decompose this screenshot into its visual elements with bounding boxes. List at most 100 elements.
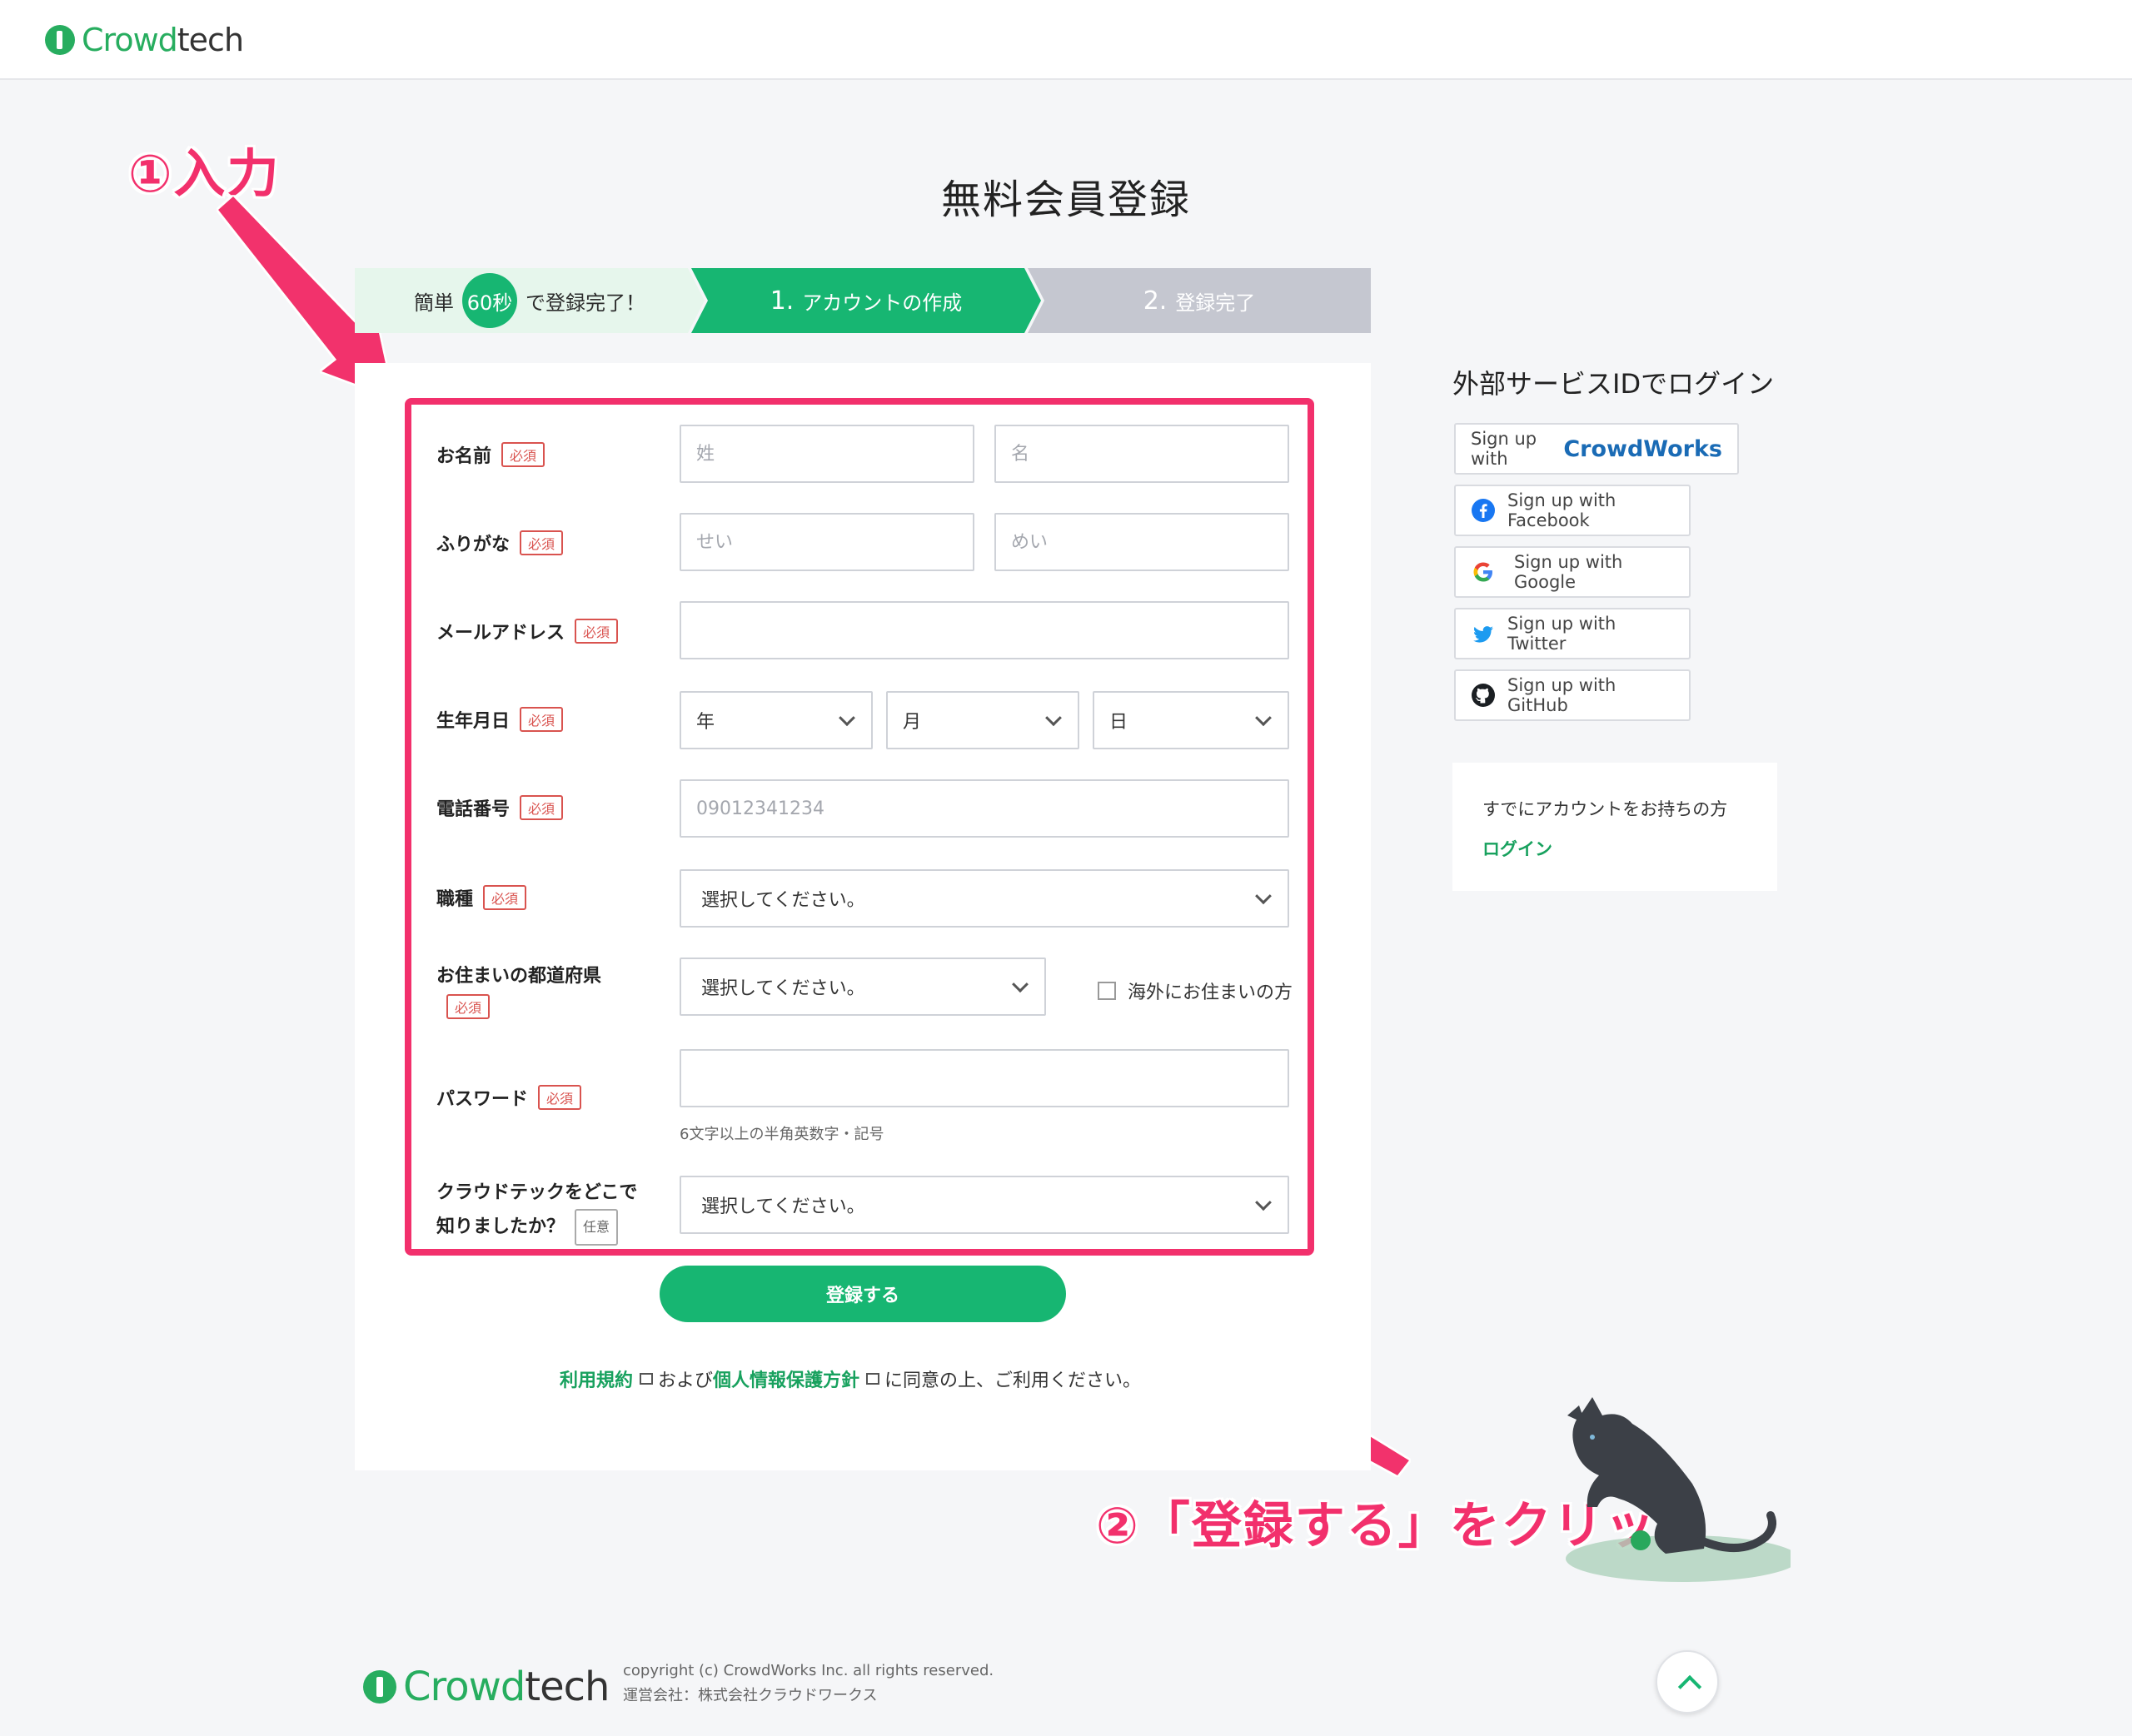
scroll-to-top-button[interactable] — [1656, 1650, 1719, 1714]
overseas-checkbox[interactable] — [1098, 982, 1116, 1000]
existing-account-text: すでにアカウントをお持ちの方 — [1482, 799, 1728, 819]
google-icon — [1471, 560, 1496, 584]
signup-crowdworks-prefix: Sign up with — [1471, 429, 1537, 469]
password-label: パスワード 必須 — [436, 1084, 582, 1111]
signup-github-button[interactable]: Sign up with GitHub — [1454, 669, 1691, 721]
signup-twitter-button[interactable]: Sign up with Twitter — [1454, 608, 1691, 659]
last-name-kana-field[interactable] — [680, 513, 974, 571]
password-input[interactable] — [696, 1067, 1273, 1089]
chevron-down-icon — [839, 709, 855, 727]
crowdtech-logo-mark-icon — [45, 25, 75, 55]
step1-label: アカウントの作成 — [802, 291, 963, 315]
step-registration-complete: 2. 登録完了 — [1028, 268, 1371, 333]
step-intro: 簡単 60秒 で登録完了！ — [355, 268, 705, 333]
signup-github-label: Sign up with GitHub — [1507, 675, 1616, 715]
job-label-text: 職種 — [436, 889, 474, 910]
crowdtech-logo[interactable]: Crowdtech — [45, 22, 244, 58]
overseas-checkbox-row[interactable]: 海外にお住まいの方 — [1098, 977, 1293, 1004]
source-select[interactable]: 選択してください。 — [680, 1176, 1289, 1234]
required-badge: 必須 — [520, 795, 564, 820]
overseas-checkbox-label: 海外にお住まいの方 — [1128, 982, 1293, 1003]
terms-link[interactable]: 利用規約 — [560, 1365, 633, 1392]
signup-crowdworks-button[interactable]: Sign up with CrowdWorks — [1454, 423, 1739, 475]
chevron-down-icon — [1045, 709, 1062, 727]
phone-field[interactable] — [680, 779, 1289, 838]
chevron-down-icon — [1255, 709, 1272, 727]
job-select[interactable]: 選択してください。 — [680, 869, 1289, 928]
email-field[interactable] — [680, 601, 1289, 659]
page-title: 無料会員登録 — [940, 177, 1191, 223]
prefecture-select-value: 選択してください。 — [701, 978, 865, 999]
signup-google-button[interactable]: Sign up with Google — [1454, 546, 1691, 598]
step-intro-badge: 60秒 — [462, 273, 517, 328]
step2-number: 2. — [1143, 286, 1168, 316]
job-label: 職種 必須 — [436, 884, 527, 911]
signup-facebook-label: Sign up with Facebook — [1507, 490, 1616, 530]
signup-facebook-button[interactable]: Sign up with Facebook — [1454, 485, 1691, 536]
prefecture-select[interactable]: 選択してください。 — [680, 958, 1046, 1016]
privacy-policy-link[interactable]: 個人情報保護方針 — [713, 1365, 859, 1392]
password-hint: 6文字以上の半角英数字・記号 — [680, 1126, 884, 1143]
twitter-icon — [1471, 621, 1496, 646]
step1-number: 1. — [770, 286, 795, 316]
required-badge: 必須 — [575, 619, 619, 644]
registration-steps: 簡単 60秒 で登録完了！ 1. アカウントの作成 2. 登録完了 — [355, 268, 1371, 333]
birth-month-select[interactable]: 月 — [886, 691, 1079, 749]
crowdworks-brand-text: CrowdWorks — [1563, 435, 1722, 462]
register-button[interactable]: 登録する — [660, 1266, 1066, 1322]
last-name-input[interactable] — [696, 443, 958, 465]
name-label-text: お名前 — [436, 446, 492, 467]
email-label-text: メールアドレス — [436, 623, 565, 644]
signup-twitter-label: Sign up with Twitter — [1507, 614, 1616, 654]
last-name-field[interactable] — [680, 425, 974, 483]
crowdtech-logo-text: Crowdtech — [82, 22, 244, 58]
first-name-kana-input[interactable] — [1011, 531, 1273, 553]
birth-day-select[interactable]: 日 — [1093, 691, 1289, 749]
phone-label-text: 電話番号 — [436, 799, 511, 820]
password-label-text: パスワード — [436, 1089, 529, 1110]
external-link-icon — [640, 1373, 654, 1385]
chevron-down-icon — [1255, 888, 1272, 905]
last-name-kana-input[interactable] — [696, 531, 958, 553]
facebook-icon — [1471, 498, 1496, 523]
login-link[interactable]: ログイン — [1482, 836, 1747, 861]
required-badge: 必須 — [520, 707, 564, 732]
source-select-value: 選択してください。 — [701, 1196, 865, 1217]
step2-label: 登録完了 — [1175, 291, 1256, 315]
step-intro-suffix: で登録完了！ — [526, 291, 645, 315]
prefecture-label-text: お住まいの都道府県 — [436, 966, 602, 987]
optional-badge: 任意 — [575, 1209, 619, 1246]
email-label: メールアドレス 必須 — [436, 618, 619, 644]
birth-year-value: 年 — [696, 712, 715, 733]
sso-section-title: 外部サービスIDでログイン — [1452, 368, 1775, 400]
password-field[interactable] — [680, 1049, 1289, 1107]
job-select-value: 選択してください。 — [701, 890, 865, 911]
terms-suffix-text: に同意の上、ご利用ください。 — [884, 1370, 1142, 1391]
step-intro-prefix: 簡単 — [414, 291, 454, 315]
top-header: Crowdtech — [0, 0, 2132, 80]
email-input[interactable] — [696, 619, 1273, 641]
phone-label: 電話番号 必須 — [436, 794, 564, 821]
first-name-input[interactable] — [1011, 443, 1273, 465]
birthday-label-text: 生年月日 — [436, 711, 511, 732]
first-name-field[interactable] — [994, 425, 1289, 483]
footer-crowdtech-logo[interactable]: Crowdtech — [363, 1664, 610, 1710]
name-label: お名前 必須 — [436, 441, 545, 468]
birth-day-value: 日 — [1109, 712, 1128, 733]
furigana-label-text: ふりがな — [436, 535, 511, 555]
source-label: クラウドテックをどこで 知りましたか？ 任意 — [436, 1177, 653, 1246]
terms-notice: 利用規約 および 個人情報保護方針 に同意の上、ご利用ください。 — [560, 1365, 1141, 1392]
terms-and-text: および — [658, 1370, 714, 1391]
required-badge: 必須 — [446, 994, 491, 1019]
birth-year-select[interactable]: 年 — [680, 691, 873, 749]
birth-month-value: 月 — [903, 712, 922, 733]
operator-text: 運営会社：株式会社クラウドワークス — [623, 1687, 878, 1704]
copyright-text: copyright (c) CrowdWorks Inc. all rights… — [623, 1662, 994, 1679]
first-name-kana-field[interactable] — [994, 513, 1289, 571]
chevron-down-icon — [1012, 976, 1029, 993]
phone-input[interactable] — [696, 798, 1273, 819]
footer-logo-text: Crowdtech — [403, 1664, 610, 1710]
github-icon — [1471, 683, 1496, 708]
footer-copyright: copyright (c) CrowdWorks Inc. all rights… — [623, 1659, 994, 1709]
prefecture-label: お住まいの都道府県 必須 — [436, 961, 653, 1019]
